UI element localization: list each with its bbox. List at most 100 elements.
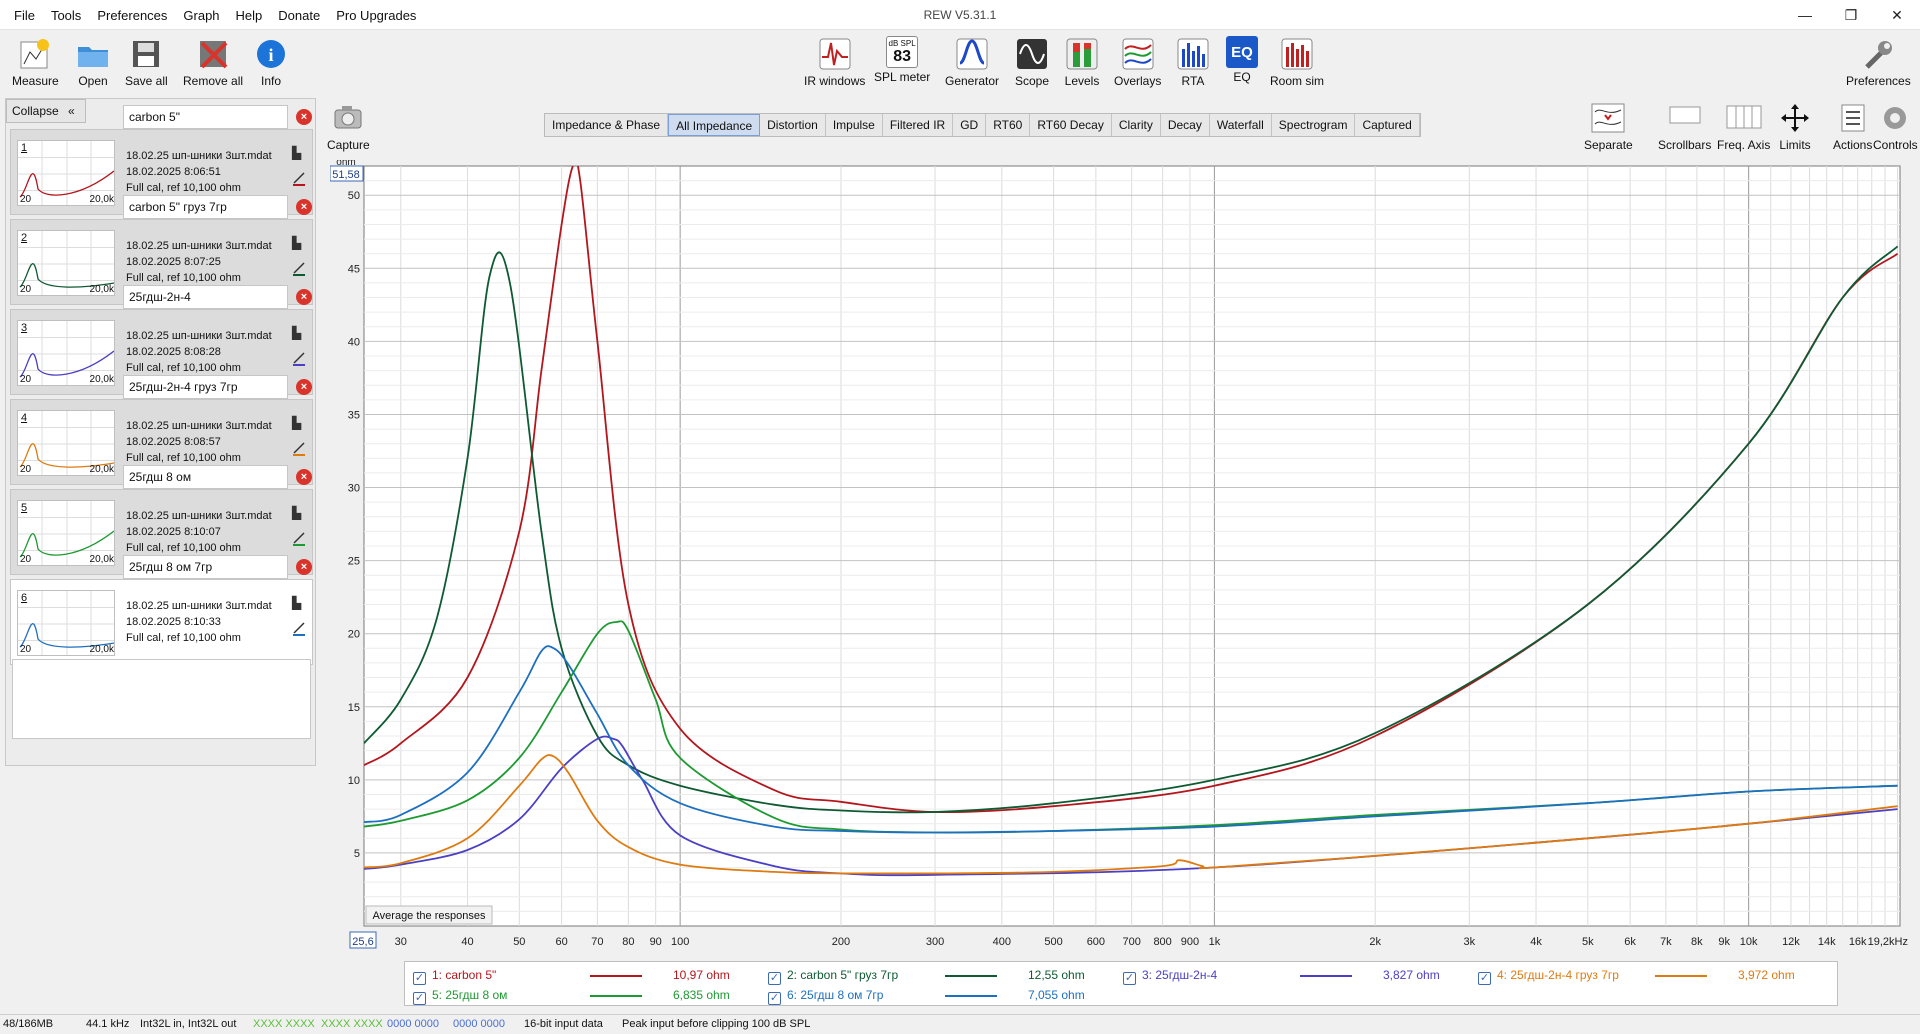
menu-graph[interactable]: Graph [175, 8, 227, 23]
measurement-name-field[interactable]: 25гдш-2н-4 груз 7гр [123, 375, 288, 399]
menu-help[interactable]: Help [228, 8, 271, 23]
x-tick-label: 60 [555, 936, 567, 948]
impedance-chart[interactable]: 5 10 15 20 25 30 35 40 45 50 30 40 50 60 70 80 90 100 200 3… [330, 160, 1910, 960]
remove-measurement-icon[interactable]: × [296, 199, 312, 215]
spl-meter-button[interactable]: dB SPL 83 SPL meter [874, 36, 930, 84]
levels-button[interactable]: Levels [1064, 36, 1100, 88]
eq-button[interactable]: EQ EQ [1226, 36, 1258, 84]
tab-clarity[interactable]: Clarity [1112, 114, 1161, 136]
thumbnail-high-freq: 20,0k [89, 374, 114, 385]
legend-checkbox[interactable]: ✓ [1123, 972, 1136, 985]
menu-pro-upgrades[interactable]: Pro Upgrades [328, 8, 424, 23]
legend-item: ✓ 6: 25гдш 8 ом 7гр [768, 988, 883, 1005]
rta-button[interactable]: RTA [1175, 36, 1211, 88]
remove-measurement-icon[interactable]: × [296, 559, 312, 575]
tab-waterfall[interactable]: Waterfall [1210, 114, 1272, 136]
color-pen-icon[interactable] [292, 260, 306, 276]
color-pen-icon[interactable] [292, 620, 306, 636]
save-all-button[interactable]: Save all [125, 36, 168, 88]
remove-measurement-icon[interactable]: × [296, 289, 312, 305]
maximize-button[interactable]: ❐ [1828, 0, 1874, 30]
legend-checkbox[interactable]: ✓ [768, 972, 781, 985]
menu-preferences[interactable]: Preferences [89, 8, 175, 23]
measurement-name-field[interactable]: 25гдш 8 ом 7гр [123, 555, 288, 579]
tab-rt60[interactable]: RT60 [986, 114, 1031, 136]
limits-label: Limits [1779, 138, 1811, 152]
remove-measurement-icon[interactable]: × [296, 109, 312, 125]
separate-button[interactable]: Separate [1584, 100, 1633, 152]
tab-impedance-phase[interactable]: Impedance & Phase [545, 114, 669, 136]
save-measurement-icon[interactable]: ▙ [292, 596, 306, 610]
collapse-button[interactable]: Collapse « [6, 99, 86, 123]
minimize-button[interactable]: — [1782, 0, 1828, 30]
color-pen-icon[interactable] [292, 440, 306, 456]
color-pen-icon[interactable] [292, 350, 306, 366]
scope-button[interactable]: Scope [1014, 36, 1050, 88]
status-sample-rate: 44.1 kHz [86, 1018, 130, 1030]
legend-line [945, 995, 997, 997]
capture-button[interactable]: Capture [327, 100, 370, 152]
close-button[interactable]: ✕ [1874, 0, 1920, 30]
x-tick-label: 2k [1369, 936, 1381, 948]
x-tick-label: 7k [1660, 936, 1672, 948]
tab-captured[interactable]: Captured [1355, 114, 1420, 136]
controls-button[interactable]: Controls [1873, 100, 1918, 152]
measurement-name-field[interactable]: carbon 5" [123, 105, 288, 129]
x-tick-label: 700 [1122, 936, 1140, 948]
open-button[interactable]: Open [75, 36, 111, 88]
remove-measurement-icon[interactable]: × [296, 469, 312, 485]
generator-button[interactable]: Generator [945, 36, 999, 88]
measure-button[interactable]: Measure [12, 36, 59, 88]
measurement-file: 18.02.25 шп-шники 3шт.mdat [126, 510, 272, 522]
save-measurement-icon[interactable]: ▙ [292, 506, 306, 520]
menu-donate[interactable]: Donate [270, 8, 328, 23]
color-pen-icon[interactable] [292, 170, 306, 186]
save-measurement-icon[interactable]: ▙ [292, 416, 306, 430]
tab-distortion[interactable]: Distortion [760, 114, 826, 136]
scrollbars-button[interactable]: Scrollbars [1658, 100, 1711, 152]
menu-tools[interactable]: Tools [43, 8, 89, 23]
measurement-date: 18.02.2025 8:10:07 [126, 526, 221, 538]
thumbnail-low-freq: 20 [20, 464, 32, 475]
legend-checkbox[interactable]: ✓ [413, 972, 426, 985]
legend-line [590, 995, 642, 997]
measurement-entry[interactable]: 6 20 20,0k 18.02.25 шп-шники 3шт.mdat 18.02.… [10, 579, 313, 665]
measurement-name-field[interactable]: 25гдш 8 ом [123, 465, 288, 489]
save-measurement-icon[interactable]: ▙ [292, 146, 306, 160]
remove-all-button[interactable]: Remove all [183, 36, 243, 88]
tab-impulse[interactable]: Impulse [826, 114, 883, 136]
tab-all-impedance[interactable]: All Impedance [668, 114, 761, 136]
measurement-name-field[interactable]: carbon 5" груз 7гр [123, 195, 288, 219]
room-sim-button[interactable]: Room sim [1270, 36, 1324, 88]
save-measurement-icon[interactable]: ▙ [292, 326, 306, 340]
tab-rt60-decay[interactable]: RT60 Decay [1030, 114, 1112, 136]
freq-axis-button[interactable]: Freq. Axis [1717, 100, 1770, 152]
info-button[interactable]: i Info [253, 36, 289, 88]
tab-gd[interactable]: GD [953, 114, 987, 136]
thumbnail-high-freq: 20,0k [89, 554, 114, 565]
save-measurement-icon[interactable]: ▙ [292, 236, 306, 250]
menu-file[interactable]: File [6, 8, 43, 23]
actions-button[interactable]: Actions [1833, 100, 1872, 152]
tab-spectrogram[interactable]: Spectrogram [1272, 114, 1356, 136]
tab-filtered-ir[interactable]: Filtered IR [883, 114, 954, 136]
save-all-label: Save all [125, 74, 168, 88]
color-pen-icon[interactable] [292, 530, 306, 546]
eq-icon: EQ [1226, 36, 1258, 68]
legend-series-name: 1: carbon 5" [432, 968, 497, 982]
legend-checkbox[interactable]: ✓ [413, 992, 426, 1005]
save-icon [128, 36, 164, 72]
legend-checkbox[interactable]: ✓ [1478, 972, 1491, 985]
y-tick-label: 50 [348, 190, 360, 202]
measurement-file: 18.02.25 шп-шники 3шт.mdat [126, 150, 272, 162]
preferences-button[interactable]: Preferences [1846, 36, 1911, 88]
measurement-name-field[interactable]: 25гдш-2н-4 [123, 285, 288, 309]
legend-checkbox[interactable]: ✓ [768, 992, 781, 1005]
ir-windows-button[interactable]: IR windows [804, 36, 865, 88]
x-tick-label: 9k [1718, 936, 1730, 948]
limits-button[interactable]: Limits [1777, 100, 1813, 152]
remove-measurement-icon[interactable]: × [296, 379, 312, 395]
tab-decay[interactable]: Decay [1161, 114, 1210, 136]
overlays-button[interactable]: Overlays [1114, 36, 1161, 88]
average-responses-button[interactable]: Average the responses [365, 905, 493, 925]
